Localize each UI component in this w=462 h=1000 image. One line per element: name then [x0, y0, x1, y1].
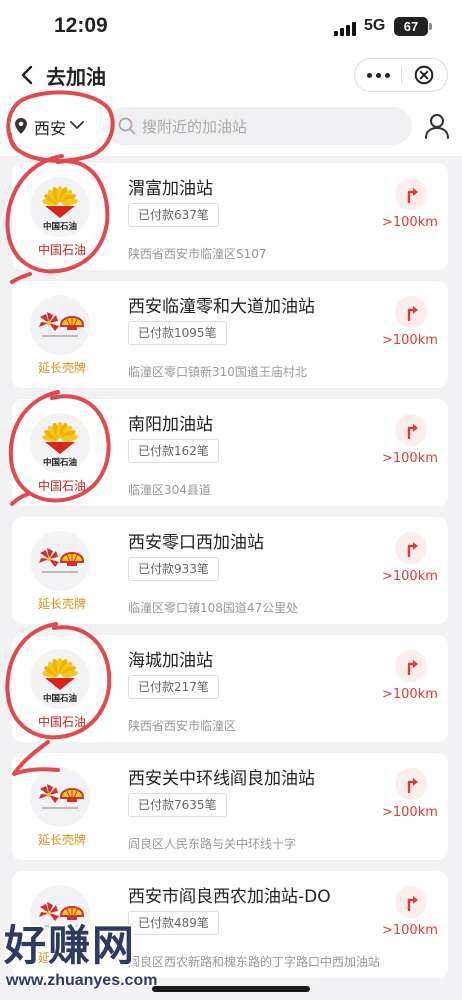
mini-program-capsule: [354, 58, 448, 92]
navigate-button[interactable]: [395, 886, 427, 918]
svg-text:中国石油: 中国石油: [43, 457, 77, 468]
brand-label: 中国石油: [37, 479, 86, 493]
status-time: 12:09: [54, 14, 108, 37]
user-icon[interactable]: [424, 113, 450, 139]
more-icon[interactable]: [355, 59, 401, 91]
page-title: 去加油: [46, 65, 106, 89]
station-name: 西安零口西加油站: [128, 533, 264, 553]
route-icon: [407, 778, 418, 793]
location-icon[interactable]: [15, 118, 27, 134]
cnpc-logo-icon: 中国石油: [30, 649, 90, 709]
route-icon: [407, 424, 418, 439]
navigate-button[interactable]: [395, 296, 427, 328]
yanchang-shell-logo-icon: [30, 885, 90, 945]
station-card[interactable]: 延长壳牌 西安关中环线阎良加油站 已付款7635笔 阎良区人民东路与关中环线十字…: [12, 753, 448, 860]
cnpc-logo-icon: 中国石油: [30, 413, 90, 473]
signal-icon: [334, 22, 356, 36]
search-input[interactable]: 搜附近的加油站: [106, 107, 412, 145]
distance-text: >100km: [382, 451, 438, 466]
navigate-button[interactable]: [395, 414, 427, 446]
station-name: 海城加油站: [128, 651, 213, 671]
station-address: 阎良区人民东路与关中环线十字: [128, 837, 297, 851]
payment-count-badge: 已付款1095笔: [128, 321, 227, 345]
station-card[interactable]: 延长壳牌 西安零口西加油站 已付款933笔 临潼区零口镇108国道47公里处 >…: [12, 517, 448, 624]
svg-text:中国石油: 中国石油: [43, 693, 77, 704]
distance-text: >100km: [382, 569, 438, 584]
network-type: 5G: [364, 17, 386, 34]
distance-text: >100km: [382, 687, 438, 702]
brand-label: 延长壳牌: [37, 361, 86, 375]
search-icon: [118, 117, 136, 135]
brand-label: 延长壳牌: [37, 833, 86, 847]
yanchang-shell-logo-icon: [30, 531, 90, 591]
station-name: 西安关中环线阎良加油站: [128, 769, 315, 789]
nav-bar: 去加油: [0, 52, 462, 98]
station-card[interactable]: 中国石油 中国石油 渭富加油站 已付款637笔 陕西省西安市临潼区S107 >1…: [12, 163, 448, 270]
brand-label: 中国石油: [37, 715, 86, 729]
station-card[interactable]: 延长壳牌 西安临潼零和大道加油站 已付款1095笔 临潼区零口镇新310国道王庙…: [12, 281, 448, 388]
distance-text: >100km: [382, 805, 438, 820]
payment-count-badge: 已付款933笔: [128, 557, 219, 581]
chevron-down-icon[interactable]: [70, 120, 84, 130]
route-icon: [407, 896, 418, 911]
station-name: 西安市阎良西农加油站-DO: [128, 887, 331, 907]
payment-count-badge: 已付款637笔: [128, 203, 219, 227]
city-selector[interactable]: 西安: [34, 115, 66, 139]
status-bar: 12:09 5G 67: [0, 0, 462, 52]
payment-count-badge: 已付款7635笔: [128, 793, 227, 817]
search-row: 西安 搜附近的加油站: [0, 98, 462, 156]
brand-label: 延长壳牌: [37, 951, 86, 965]
navigate-button[interactable]: [395, 532, 427, 564]
navigate-button[interactable]: [395, 650, 427, 682]
home-indicator[interactable]: [152, 986, 310, 992]
station-name: 西安临潼零和大道加油站: [128, 297, 315, 317]
distance-text: >100km: [382, 923, 438, 938]
cnpc-logo-icon: 中国石油: [30, 177, 90, 237]
station-card[interactable]: 中国石油 中国石油 海城加油站 已付款217笔 陕西省西安市临潼区 >100km: [12, 635, 448, 742]
station-card[interactable]: 延长壳牌 西安市阎良西农加油站-DO 已付款489笔 阎良区西农新路和槐东路的丁…: [12, 871, 448, 978]
brand-label: 延长壳牌: [37, 597, 86, 611]
brand-label: 中国石油: [37, 243, 86, 257]
distance-text: >100km: [382, 215, 438, 230]
route-icon: [407, 188, 418, 203]
close-icon[interactable]: [414, 65, 434, 85]
station-address: 临潼区零口镇108国道47公里处: [128, 601, 299, 615]
back-icon[interactable]: [18, 64, 38, 86]
station-card[interactable]: 中国石油 中国石油 南阳加油站 已付款162笔 临潼区304县道 >100km: [12, 399, 448, 506]
yanchang-shell-logo-icon: [30, 767, 90, 827]
route-icon: [407, 660, 418, 675]
payment-count-badge: 已付款217笔: [128, 675, 219, 699]
route-icon: [407, 542, 418, 557]
station-address: 阎良区西农新路和槐东路的丁字路口中西加油站: [128, 955, 381, 969]
station-name: 渭富加油站: [128, 179, 213, 199]
payment-count-badge: 已付款489笔: [128, 911, 219, 935]
capsule-divider: [401, 67, 402, 83]
navigate-button[interactable]: [395, 768, 427, 800]
payment-count-badge: 已付款162笔: [128, 439, 219, 463]
distance-text: >100km: [382, 333, 438, 348]
battery-icon: 67: [394, 17, 432, 36]
yanchang-shell-logo-icon: [30, 295, 90, 355]
search-placeholder: 搜附近的加油站: [142, 118, 248, 136]
station-address: 临潼区304县道: [128, 483, 211, 497]
station-name: 南阳加油站: [128, 415, 213, 435]
station-address: 临潼区零口镇新310国道王庙村北: [128, 365, 307, 379]
station-list: 中国石油 中国石油 渭富加油站 已付款637笔 陕西省西安市临潼区S107 >1…: [12, 163, 448, 989]
station-address: 陕西省西安市临潼区: [128, 719, 237, 733]
svg-text:中国石油: 中国石油: [43, 221, 77, 232]
route-icon: [407, 306, 418, 321]
navigate-button[interactable]: [395, 178, 427, 210]
station-address: 陕西省西安市临潼区S107: [128, 247, 267, 261]
